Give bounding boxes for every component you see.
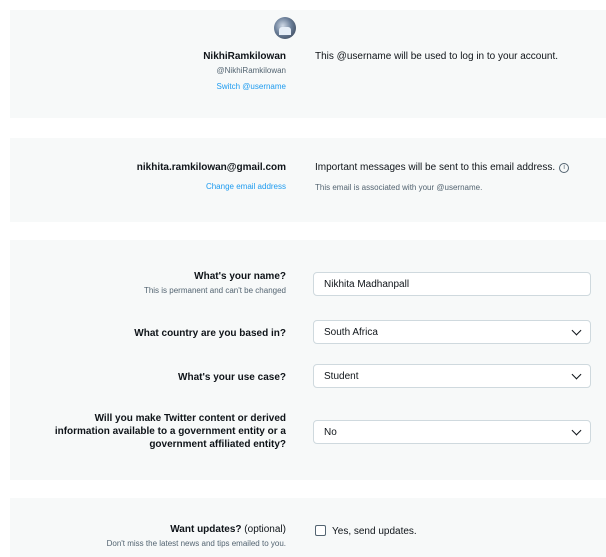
government-label-line3: government affiliated entity? bbox=[149, 439, 286, 450]
details-card: What's your name? This is permanent and … bbox=[10, 240, 606, 480]
updates-sub: Don't miss the latest news and tips emai… bbox=[106, 539, 286, 548]
name-question: What's your name? This is permanent and … bbox=[144, 270, 286, 295]
use-case-label: What's your use case? bbox=[178, 372, 286, 383]
updates-label: Want updates? bbox=[170, 524, 242, 535]
chevron-down-icon bbox=[571, 425, 582, 435]
government-label-line1: Will you make Twitter content or derived bbox=[94, 413, 286, 424]
name-label: What's your name? bbox=[194, 271, 286, 282]
country-value: South Africa bbox=[324, 326, 378, 338]
chevron-down-icon bbox=[571, 369, 582, 379]
government-question: Will you make Twitter content or derived… bbox=[55, 412, 286, 451]
government-select[interactable]: No bbox=[313, 420, 591, 444]
info-icon[interactable]: i bbox=[559, 163, 570, 173]
name-field[interactable]: Nikhita Madhanpall bbox=[313, 272, 591, 296]
updates-optional: (optional) bbox=[244, 524, 286, 535]
important-messages-note: Important messages will be sent to this … bbox=[315, 162, 570, 173]
chevron-down-icon bbox=[571, 325, 582, 335]
name-sub: This is permanent and can't be changed bbox=[143, 286, 286, 295]
username-note: This @username will be used to log in to… bbox=[315, 51, 559, 62]
handle: @NikhiRamkilowan bbox=[216, 66, 286, 75]
switch-username-link[interactable]: Switch @username bbox=[217, 82, 286, 91]
use-case-select[interactable]: Student bbox=[313, 364, 591, 388]
email-card: nikhita.ramkilowan@gmail.com Change emai… bbox=[10, 138, 606, 222]
updates-question: Want updates? (optional) Don't miss the … bbox=[107, 523, 286, 548]
country-question: What country are you based in? bbox=[134, 327, 286, 340]
email-associated-note: This email is associated with your @user… bbox=[315, 183, 483, 192]
email-address: nikhita.ramkilowan@gmail.com bbox=[136, 162, 286, 173]
important-messages-text: Important messages will be sent to this … bbox=[315, 162, 556, 173]
government-value: No bbox=[324, 426, 337, 438]
updates-checkbox-label[interactable]: Yes, send updates. bbox=[332, 526, 417, 537]
name-value: Nikhita Madhanpall bbox=[324, 278, 410, 290]
display-name: NikhiRamkilowan bbox=[203, 51, 286, 62]
country-select[interactable]: South Africa bbox=[313, 320, 591, 344]
username-card: NikhiRamkilowan @NikhiRamkilowan Switch … bbox=[10, 10, 606, 118]
use-case-question: What's your use case? bbox=[178, 371, 286, 384]
updates-card: Want updates? (optional) Don't miss the … bbox=[10, 498, 606, 557]
change-email-link[interactable]: Change email address bbox=[206, 182, 286, 191]
updates-checkbox[interactable] bbox=[315, 525, 326, 536]
country-label: What country are you based in? bbox=[134, 328, 286, 339]
use-case-value: Student bbox=[324, 370, 359, 382]
avatar bbox=[274, 17, 296, 39]
government-label-line2: information available to a government en… bbox=[54, 426, 286, 437]
updates-option[interactable]: Yes, send updates. bbox=[315, 525, 417, 537]
